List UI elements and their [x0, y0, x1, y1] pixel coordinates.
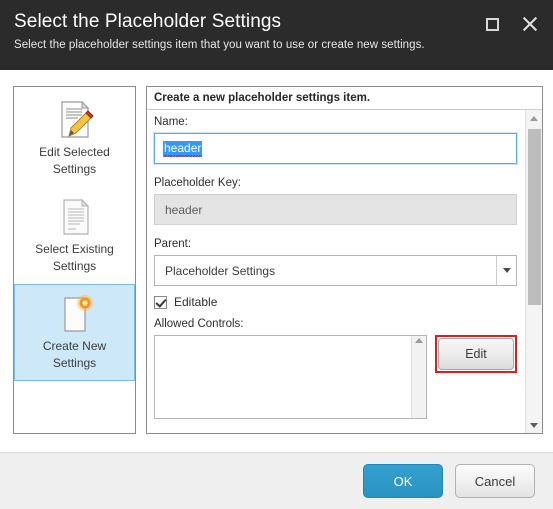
scroll-up-icon[interactable]	[415, 338, 423, 343]
allowed-controls-row: Edit	[154, 335, 517, 419]
settings-form: Name: header Placeholder Key: header Par…	[147, 110, 525, 433]
name-input[interactable]: header	[153, 132, 518, 165]
parent-dropdown[interactable]: Placeholder Settings	[154, 255, 517, 286]
dialog-body: Edit Selected Settings Select Existing S…	[0, 70, 553, 452]
editable-checkbox[interactable]	[154, 295, 167, 309]
maximize-button[interactable]	[482, 14, 502, 34]
allowed-controls-list[interactable]	[155, 336, 411, 418]
allowed-controls-label: Allowed Controls:	[154, 318, 244, 330]
parent-label: Parent:	[154, 238, 192, 250]
dialog-subtitle: Select the placeholder settings item tha…	[14, 39, 425, 51]
placeholder-key-label: Placeholder Key:	[154, 177, 241, 189]
name-label: Name:	[154, 116, 188, 128]
panel-scroll-thumb[interactable]	[528, 129, 541, 305]
placeholder-settings-dialog: Select the Placeholder Settings Select t…	[0, 0, 553, 509]
sidebar-item-create-new-settings[interactable]: Create New Settings	[14, 284, 135, 381]
cancel-button[interactable]: Cancel	[455, 464, 535, 498]
parent-selected-value: Placeholder Settings	[165, 263, 276, 278]
sidebar-item-select-existing-settings[interactable]: Select Existing Settings	[14, 187, 135, 284]
sidebar-item-label-2: Settings	[52, 258, 97, 273]
close-button[interactable]	[519, 14, 539, 34]
dialog-titlebar: Select the Placeholder Settings Select t…	[0, 0, 553, 70]
sidebar-item-label: Edit Selected	[39, 145, 110, 159]
close-icon	[521, 16, 538, 33]
sidebar-item-edit-selected-settings[interactable]: Edit Selected Settings	[14, 90, 135, 187]
document-new-star-icon	[19, 292, 130, 336]
panel-scrollbar[interactable]	[525, 110, 542, 433]
scroll-up-icon	[530, 115, 538, 121]
maximize-icon	[485, 17, 499, 31]
panel-inner: Name: header Placeholder Key: header Par…	[147, 110, 542, 433]
sidebar-item-label-2: Settings	[52, 355, 97, 370]
document-pencil-icon	[19, 98, 130, 142]
document-gray-icon	[19, 195, 130, 239]
allowed-controls-scrollbar[interactable]	[411, 336, 426, 418]
sidebar-item-label: Create New	[42, 339, 107, 353]
name-input-value: header	[163, 140, 203, 157]
panel-scroll-up-button[interactable]	[526, 110, 542, 126]
window-controls	[482, 14, 539, 34]
sidebar-item-label-2: Settings	[52, 161, 97, 176]
dialog-footer: OK Cancel	[0, 452, 553, 509]
mode-sidebar: Edit Selected Settings Select Existing S…	[13, 86, 136, 434]
editable-label: Editable	[174, 295, 218, 309]
settings-panel: Create a new placeholder settings item. …	[146, 86, 543, 434]
edit-button[interactable]: Edit	[438, 338, 514, 370]
scroll-down-icon	[530, 422, 538, 428]
chevron-down-icon[interactable]	[496, 256, 516, 285]
panel-header-text: Create a new placeholder settings item.	[147, 87, 542, 110]
dialog-title: Select the Placeholder Settings	[14, 11, 282, 32]
placeholder-key-field: header	[154, 194, 517, 225]
placeholder-key-value: header	[165, 202, 203, 217]
panel-scroll-down-button[interactable]	[526, 417, 542, 433]
sidebar-item-label: Select Existing	[35, 242, 114, 256]
allowed-controls-listbox[interactable]	[154, 335, 427, 419]
ok-button[interactable]: OK	[363, 464, 443, 498]
editable-checkbox-row[interactable]: Editable	[154, 295, 517, 309]
edit-button-highlight: Edit	[435, 335, 517, 373]
